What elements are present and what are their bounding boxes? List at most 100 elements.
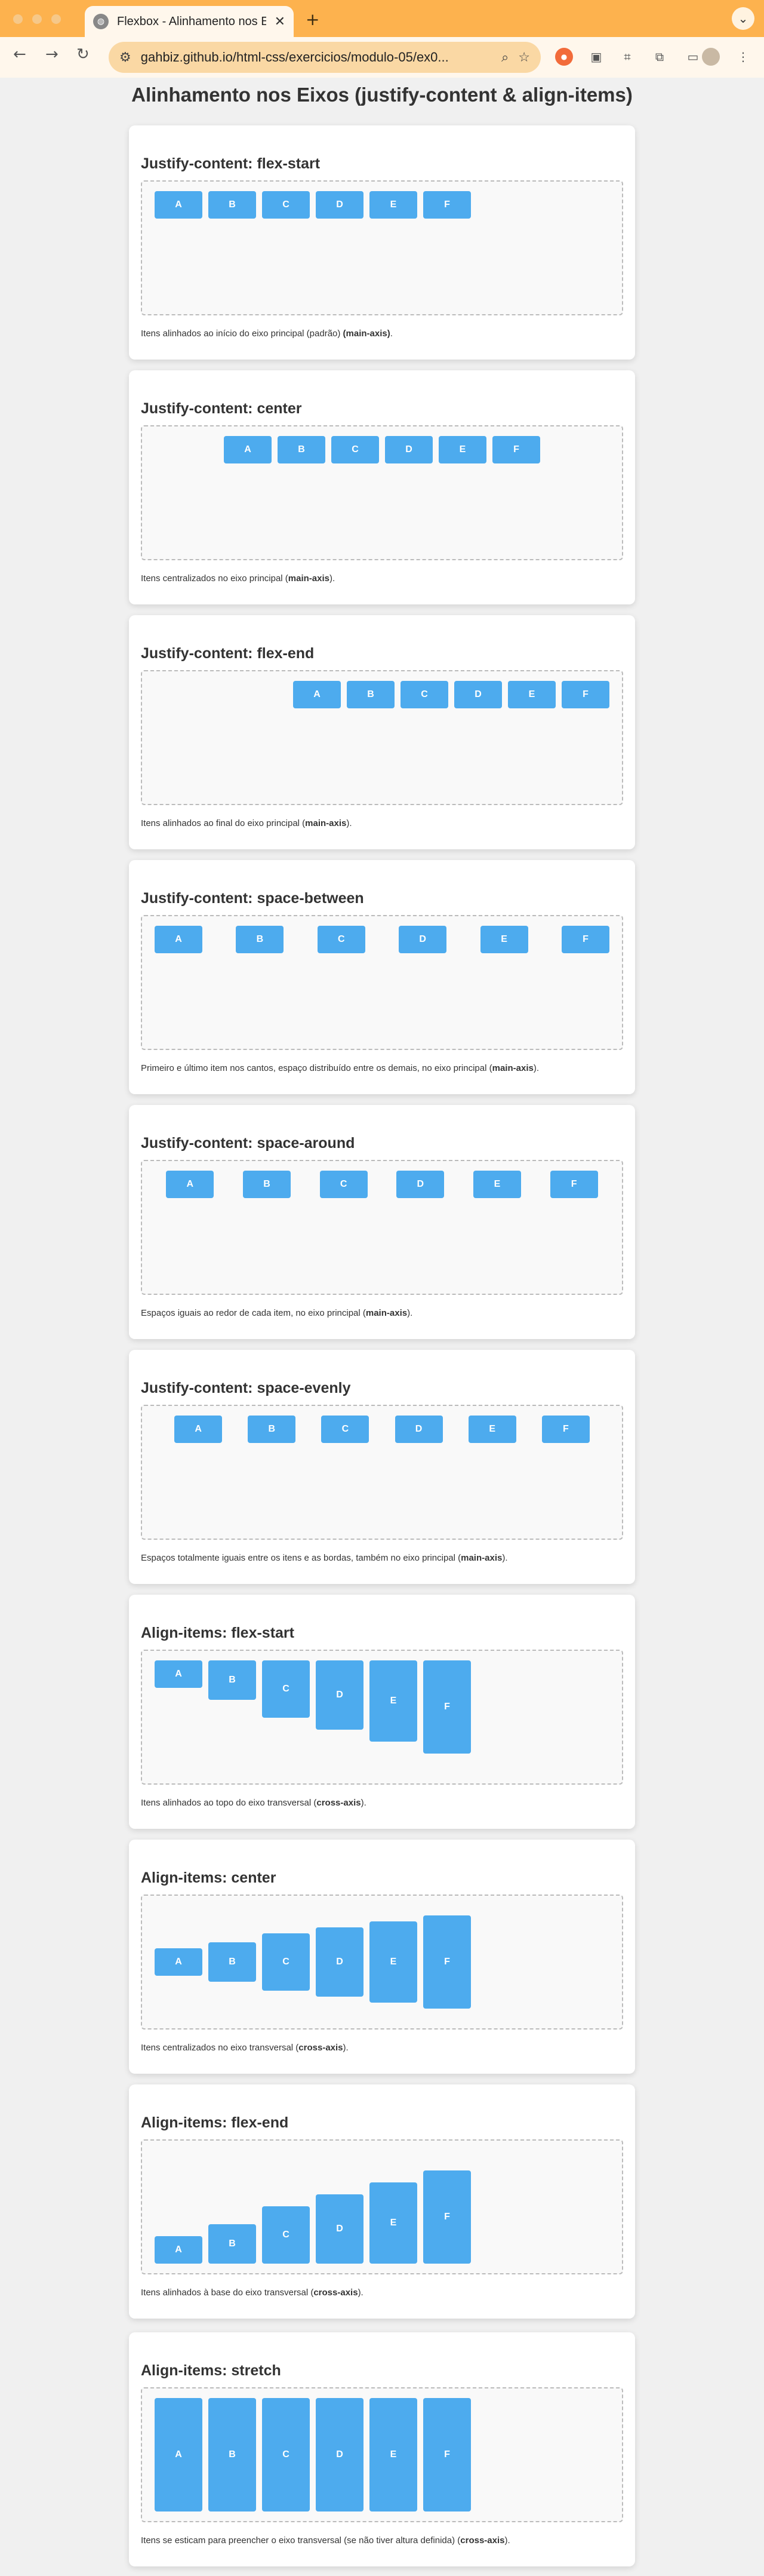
card-heading: Justify-content: center (141, 400, 302, 417)
tab-search-icon[interactable]: ⌄ (732, 7, 754, 30)
flex-item: A (155, 926, 202, 953)
more-menu-icon[interactable]: ⋮ (734, 48, 752, 66)
flex-container-demo: ABCDEF (141, 1160, 623, 1295)
flex-container-demo: ABCDEF (141, 1405, 623, 1540)
flex-item: F (423, 191, 471, 219)
flex-item: B (278, 436, 325, 463)
flex-container-demo: ABCDEF (141, 670, 623, 805)
zoom-icon[interactable]: ⌕ (501, 50, 509, 65)
toolbar: ← → ↻ ⚙ gahbiz.github.io/html-css/exerci… (0, 37, 764, 78)
flex-item: C (321, 1416, 369, 1443)
description-text: Espaços iguais ao redor de cada item, no… (141, 1308, 366, 1318)
flex-item: E (468, 1416, 516, 1443)
flex-item: E (369, 1660, 417, 1742)
card-description: Itens alinhados ao topo do eixo transver… (141, 1798, 366, 1808)
card-heading: Align-items: flex-start (141, 1625, 294, 1641)
description-axis: cross-axis (316, 1798, 361, 1808)
description-end: ). (407, 1308, 413, 1318)
reload-icon[interactable]: ↻ (76, 45, 90, 63)
card-heading: Justify-content: space-between (141, 890, 364, 907)
flex-item: A (166, 1171, 214, 1198)
forward-arrow-icon[interactable]: → (45, 45, 58, 63)
example-card: Justify-content: space-evenly A B C D E F Espaç… (129, 1350, 635, 1584)
description-end: ). (358, 2288, 363, 2298)
card-heading: Align-items: center (141, 1869, 276, 1886)
page-title: Alinhamento nos Eixos (justify-content &… (131, 84, 633, 106)
card-description: Espaços totalmente iguais entre os itens… (141, 1553, 508, 1563)
sidebar-icon[interactable]: ▭ (684, 48, 702, 66)
flex-item: D (385, 436, 433, 463)
flex-container-demo: A B C D E F (141, 915, 623, 1050)
description-end: ). (346, 818, 352, 828)
flex-item: B (248, 1416, 296, 1443)
flex-item: F (550, 1171, 598, 1198)
site-settings-icon[interactable]: ⚙ (119, 50, 131, 65)
example-card: Align-items: flex-start A B C D E F Itens alinh… (129, 1595, 635, 1829)
new-tab-icon[interactable]: + (306, 10, 319, 29)
example-card: Justify-content: space-between A B C D E F Prim… (129, 860, 635, 1094)
flex-item: C (262, 1660, 310, 1718)
description-axis: cross-axis (460, 2535, 505, 2546)
extension-icon[interactable]: ● (555, 48, 573, 66)
flex-item: B (347, 681, 395, 708)
description-axis: main-axis (492, 1063, 534, 1073)
description-end: ). (502, 1553, 508, 1563)
window-controls (13, 14, 61, 24)
flex-item: F (492, 436, 540, 463)
flex-item: C (262, 1933, 310, 1991)
flex-item: F (423, 2170, 471, 2264)
flex-container-demo: ABCDEF (141, 1895, 623, 2030)
flex-container-demo: ABCDEF (141, 2387, 623, 2522)
description-end: ). (343, 2043, 349, 2053)
close-tab-icon[interactable]: ✕ (275, 14, 285, 29)
address-bar[interactable]: ⚙ gahbiz.github.io/html-css/exercicios/m… (109, 42, 541, 73)
description-text: Espaços totalmente iguais entre os itens… (141, 1553, 461, 1563)
card-description: Itens alinhados ao início do eixo princi… (141, 328, 393, 339)
globe-icon: ◍ (93, 14, 109, 29)
flex-item: D (399, 926, 447, 953)
active-tab[interactable]: ◍ Flexbox - Alinhamento nos Ei ✕ (85, 6, 294, 37)
back-arrow-icon[interactable]: ← (13, 45, 26, 63)
puzzle-icon[interactable]: ⧉ (651, 48, 668, 66)
card-description: Itens alinhados à base do eixo transvers… (141, 2288, 363, 2298)
flex-item: B (242, 1171, 291, 1198)
url-text: gahbiz.github.io/html-css/exercicios/mod… (140, 50, 449, 65)
flex-item: E (473, 1171, 521, 1198)
flex-item: C (317, 926, 365, 953)
flex-item: A (174, 1416, 223, 1443)
flex-item: C (262, 191, 310, 219)
example-card: Justify-content: flex-end A B C D E F Itens ali… (129, 615, 635, 849)
flex-container-demo: ABCDEF (141, 1650, 623, 1785)
description-end: ). (504, 2535, 510, 2546)
example-card: Align-items: center A B C D E F Itens centraliz… (129, 1840, 635, 2074)
flex-item: E (508, 681, 556, 708)
flex-item: A (155, 2398, 202, 2511)
card-description: Itens alinhados ao final do eixo princip… (141, 818, 352, 828)
flex-item: F (561, 926, 609, 953)
maximize-window-icon[interactable] (51, 14, 61, 24)
avatar[interactable] (702, 48, 720, 66)
description-end: ). (361, 1798, 366, 1808)
flex-item: A (155, 1948, 202, 1976)
screenshot-icon[interactable]: ⌗ (618, 48, 636, 66)
bookmark-star-icon[interactable]: ☆ (518, 50, 530, 65)
close-window-icon[interactable] (13, 14, 23, 24)
card-description: Itens centralizados no eixo principal (m… (141, 573, 335, 584)
reader-icon[interactable]: ▣ (587, 48, 605, 66)
description-text: Itens alinhados ao topo do eixo transver… (141, 1798, 317, 1808)
card-heading: Justify-content: flex-start (141, 155, 321, 172)
flex-item: A (155, 191, 202, 219)
minimize-window-icon[interactable] (32, 14, 42, 24)
description-text: Itens se esticam para preencher o eixo t… (141, 2535, 461, 2546)
flex-item: B (208, 2224, 256, 2264)
description-axis: cross-axis (313, 2288, 358, 2298)
flex-item: A (224, 436, 272, 463)
flex-item: F (423, 1660, 471, 1754)
example-card: Align-items: stretch A B C D E F Itens se estic… (129, 2332, 635, 2566)
flex-item: C (401, 681, 448, 708)
flex-item: E (480, 926, 528, 953)
flex-item: A (155, 2236, 202, 2264)
flex-item: E (369, 1921, 417, 2003)
flex-item: B (236, 926, 284, 953)
description-text: Itens alinhados à base do eixo transvers… (141, 2288, 314, 2298)
